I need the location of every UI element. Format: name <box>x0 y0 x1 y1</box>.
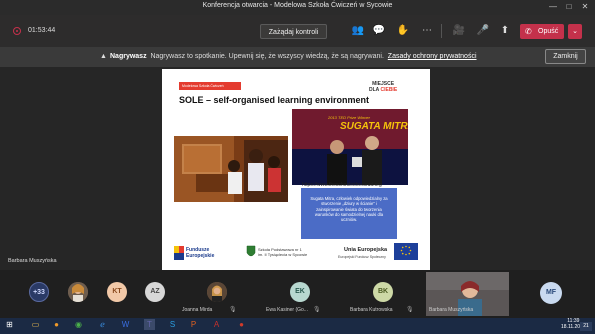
recording-label: Nagrywasz <box>110 53 147 60</box>
meeting-timer: 01:53:44 <box>28 27 56 34</box>
eu-flag-icon <box>394 243 418 260</box>
file-explorer-icon[interactable]: ▭ <box>30 319 41 330</box>
warning-icon: ▲ <box>100 53 107 60</box>
windows-start-icon[interactable]: ⊞ <box>4 319 15 330</box>
phone-icon: ✆ <box>525 27 532 36</box>
chevron-down-icon[interactable]: ⌄ <box>568 24 582 39</box>
mic-muted-icon: 🎙 <box>313 307 321 313</box>
participants-icon[interactable]: 👥 <box>351 24 365 38</box>
ue-label: Unia Europejska <box>344 247 388 253</box>
fe-logo-text: Fundusze Europejskie <box>186 247 214 259</box>
word-icon[interactable]: W <box>120 319 131 330</box>
mic-muted-icon: 🎙 <box>406 307 414 313</box>
teams-icon[interactable]: T <box>144 319 155 330</box>
acrobat-icon[interactable]: A <box>211 319 222 330</box>
ue-sublabel: Europejski Fundusz Społeczny <box>338 255 386 259</box>
school-line-2: im. II Tysiąclecia w Sycowie <box>258 252 308 257</box>
slide-title: SOLE – self-organised learning environme… <box>179 95 370 105</box>
participant-video-tile[interactable]: Barbara Muszyńska <box>426 272 509 316</box>
participant-avatar-kt[interactable]: KT <box>107 282 127 302</box>
window-title: Konferencja otwarcia - Modelowa Szkoła Ć… <box>202 2 393 9</box>
more-options-icon[interactable]: ⋯ <box>420 24 434 38</box>
participant-avatar-mf[interactable]: MF <box>540 282 562 304</box>
powerpoint-icon[interactable]: P <box>188 319 199 330</box>
presentation-slide: Modelowa Szkoła Ćwiczeń SOLE – self-orga… <box>162 69 430 270</box>
skype-icon[interactable]: S <box>167 319 178 330</box>
edge-icon[interactable]: ℯ <box>97 319 108 330</box>
app-icon[interactable]: ● <box>236 319 247 330</box>
sugata-title: SUGATA MITRA <box>340 121 408 132</box>
participant-name-joanna: Joanna Mirda <box>182 307 213 313</box>
share-screen-icon[interactable]: ⬆ <box>498 24 512 38</box>
minimize-button[interactable]: — <box>547 2 559 12</box>
sugata-subtitle: 2013 TED Prize Winner <box>328 115 370 120</box>
sugata-mitra-photo: 2013 TED Prize Winner SUGATA MITRA <box>292 109 408 185</box>
chrome-icon[interactable]: ◉ <box>73 319 84 330</box>
participant-avatar-az[interactable]: AZ <box>145 282 165 302</box>
classroom-photo <box>174 136 288 202</box>
participant-avatar-photo[interactable] <box>68 282 88 302</box>
close-banner-button[interactable]: Zamknij <box>545 49 586 64</box>
participant-avatar-ek[interactable]: EK <box>290 282 310 302</box>
school-crest-icon <box>246 245 256 259</box>
recording-icon <box>13 27 21 35</box>
recording-notice: Nagrywasz Nagrywasz to spotkanie. Upewni… <box>110 53 477 60</box>
privacy-link[interactable]: Zasady ochrony prywatności <box>388 53 477 60</box>
close-window-button[interactable]: ✕ <box>579 2 591 12</box>
notification-badge[interactable]: 21 <box>580 322 592 331</box>
firefox-icon[interactable]: ● <box>51 319 62 330</box>
participant-avatar-joanna[interactable] <box>207 282 227 302</box>
brand-line-2a: DLA <box>369 87 380 93</box>
recording-message: Nagrywasz to spotkanie. Upewnij się, że … <box>150 53 384 60</box>
mic-muted-icon: 🎙 <box>229 307 237 313</box>
school-logo: Modelowa Szkoła Ćwiczeń <box>179 82 241 90</box>
brand-logo: MIEJSCE DLA CIEBIE <box>369 81 397 93</box>
microphone-icon[interactable]: 🎤 <box>476 24 490 38</box>
presenter-name: Barbara Muszyńska <box>8 258 57 264</box>
request-control-button[interactable]: Zażądaj kontroli <box>260 24 327 39</box>
raise-hand-icon[interactable]: ✋ <box>396 24 410 38</box>
slide-caption-box: Sugata Mitra, człowiek odpowiedzialny za… <box>301 188 397 239</box>
toolbar-divider <box>441 24 442 38</box>
chat-icon[interactable]: 💬 <box>372 24 386 38</box>
maximize-button[interactable]: □ <box>563 2 575 12</box>
participant-name-ewa: Ewa Kasiner (Go... <box>266 307 308 313</box>
brand-line-2b: CIEBIE <box>380 87 398 93</box>
fe-line-2: Europejskie <box>186 253 215 259</box>
participant-name-barbara-m: Barbara Muszyńska <box>429 307 474 313</box>
more-participants-badge[interactable]: +33 <box>29 282 49 302</box>
participant-avatar-bk[interactable]: BK <box>373 282 393 302</box>
school-footer-text: Szkoła Podstawowa nr 1 im. II Tysiącleci… <box>258 247 307 257</box>
participant-name-barbara-k: Barbara Kutrowska <box>350 307 393 313</box>
camera-icon[interactable]: 🎥 <box>452 24 466 38</box>
windows-taskbar <box>0 318 595 334</box>
fe-logo-icon <box>174 246 184 260</box>
